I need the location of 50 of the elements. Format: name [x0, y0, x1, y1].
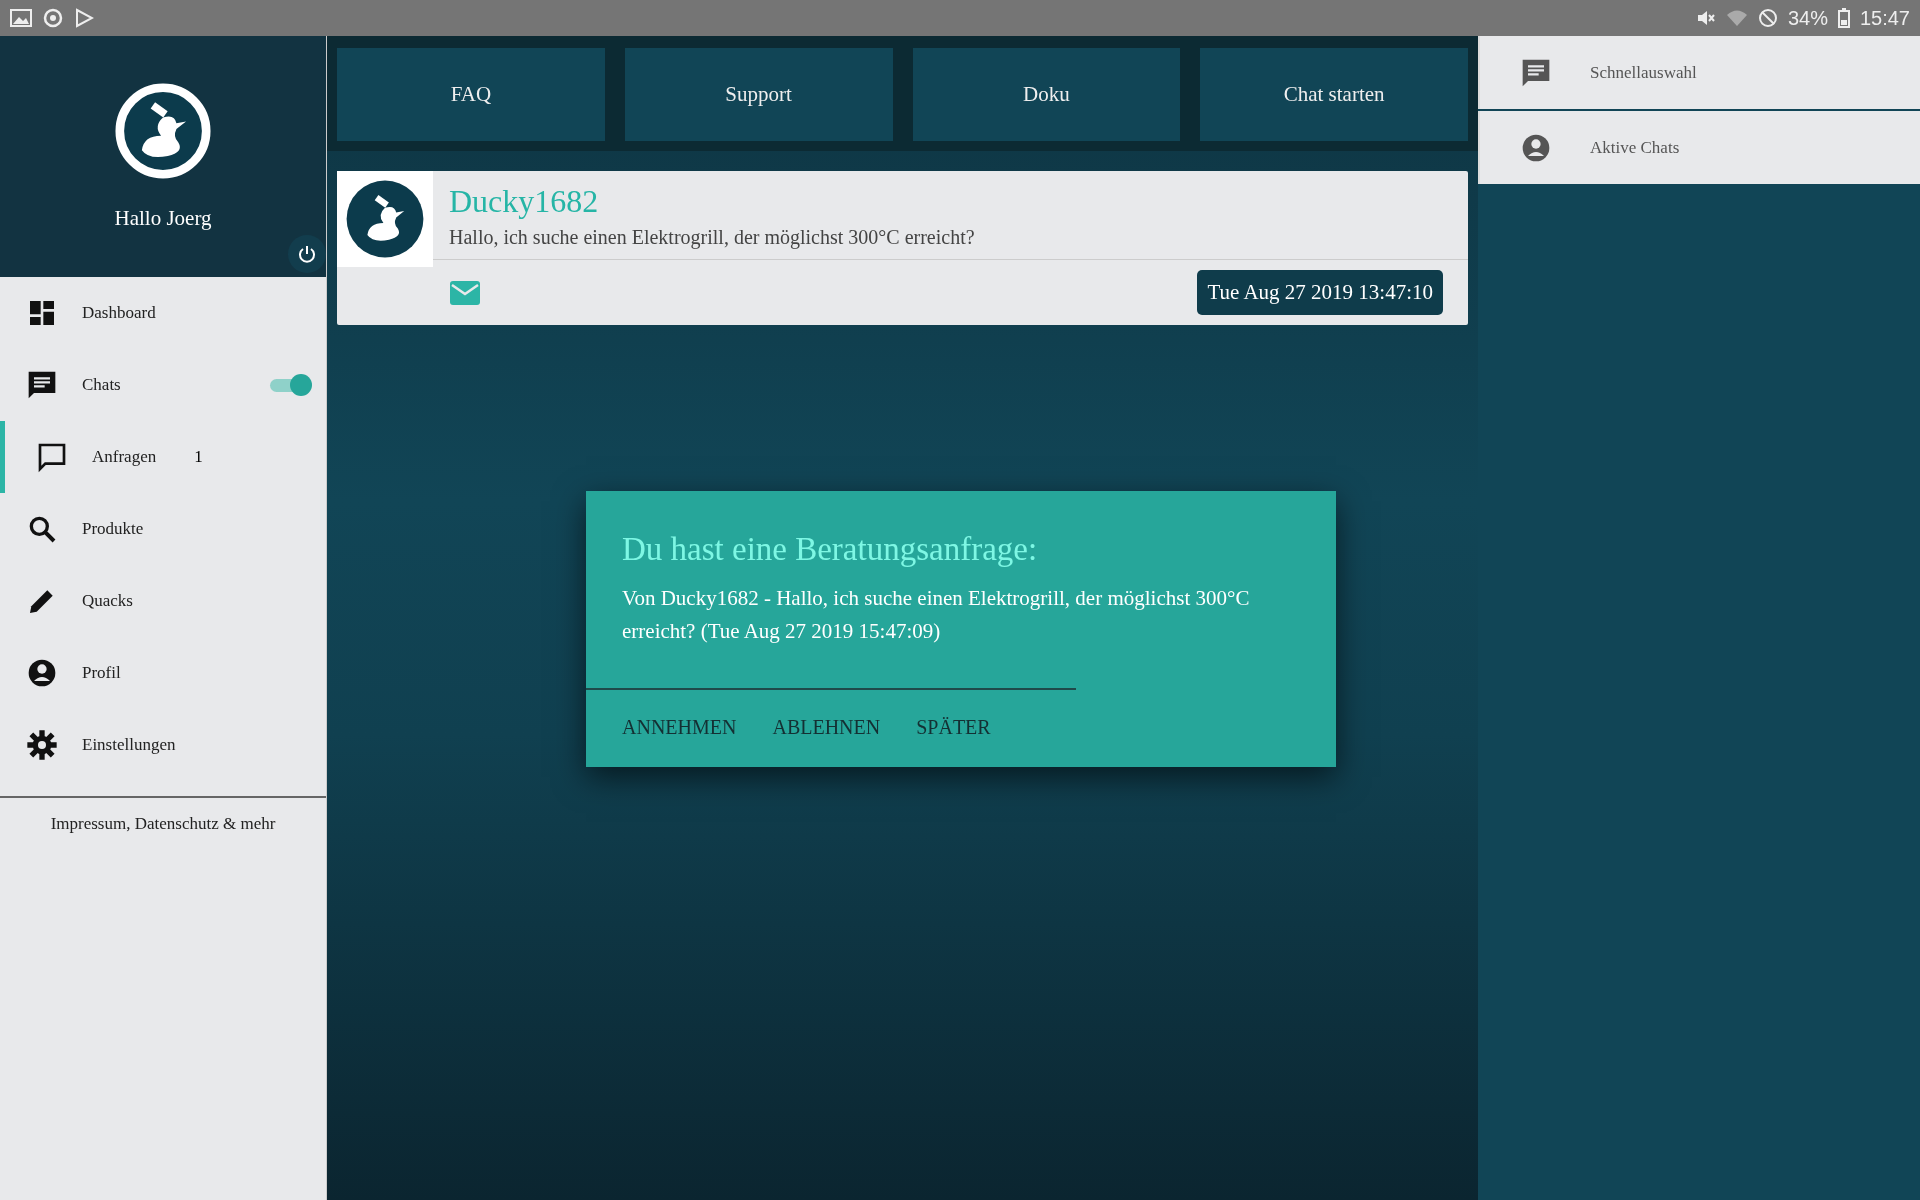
timestamp: Tue Aug 27 2019 13:47:10 [1197, 270, 1443, 315]
panel-item[interactable]: Schnellauswahl [1478, 36, 1920, 109]
play-icon [74, 8, 94, 28]
nav-label: Dashboard [82, 303, 156, 323]
nav-button[interactable]: FAQ [337, 48, 605, 141]
wifi-icon [1725, 9, 1748, 27]
power-icon [298, 245, 316, 263]
settings-icon [26, 729, 58, 761]
nav-label: Produkte [82, 519, 144, 539]
nav-item[interactable]: Einstellungen [0, 709, 326, 781]
message-icon [36, 441, 68, 473]
nav-label: Quacks [82, 591, 133, 611]
nav-label: Anfragen [92, 447, 157, 467]
nav-label: Chats [82, 375, 121, 395]
panel-label: Aktive Chats [1590, 137, 1680, 158]
battery-icon [1837, 8, 1850, 28]
blocked-icon [1757, 8, 1778, 28]
nav-item[interactable]: Profil [0, 637, 326, 709]
dialog-title: Du hast eine Beratungsanfrage: [621, 530, 1039, 568]
nav-button[interactable]: Doku [912, 48, 1181, 141]
message-text: Hallo, ich suche einen Elektrogrill, der möglichst 300°C erreicht? [449, 226, 976, 249]
footer-link[interactable]: Impressum, Datenschutz & mehr [0, 796, 326, 834]
panel-item[interactable]: Aktive Chats [1478, 111, 1920, 184]
dialog-message: Von Ducky1682 - Hallo, ich suche einen Elektrogrill, der möglichst 300°C erreicht? (Tue Aug 27 2019 15:47:09) [621, 585, 1251, 645]
dialog-button[interactable]: ANNEHMEN [622, 716, 737, 739]
image-icon [10, 9, 32, 27]
nav-button[interactable]: Chat starten [1200, 48, 1468, 141]
greeting-text: Hallo Joerg [114, 206, 212, 231]
battery-percentage: 34% [1787, 6, 1828, 30]
chats-toggle[interactable] [270, 373, 312, 397]
request-count: 1 [194, 447, 203, 467]
panel-label: Schnellauswahl [1590, 62, 1697, 83]
dialog-button[interactable]: ABLEHNEN [772, 716, 881, 739]
nav-label: Profil [82, 663, 121, 683]
clock-time: 15:47 [1859, 6, 1910, 30]
mail-icon[interactable] [450, 280, 480, 305]
nav-item[interactable]: Chats [0, 349, 326, 421]
nav-item[interactable]: Dashboard [0, 277, 326, 349]
mute-icon [1695, 8, 1716, 28]
sender-name: Ducky1682 [449, 183, 600, 220]
nav-button[interactable]: Support [624, 48, 893, 141]
duck-logo-icon [115, 83, 211, 179]
nav-item[interactable]: Quacks [0, 565, 326, 637]
nav-label: Einstellungen [82, 735, 176, 755]
power-button[interactable] [288, 235, 326, 273]
duck-avatar-icon [345, 179, 425, 259]
dialog-button[interactable]: SPÄTER [916, 716, 991, 739]
nav-item[interactable]: Produkte [0, 493, 326, 565]
account-icon [26, 657, 58, 689]
sync-icon [42, 7, 64, 29]
